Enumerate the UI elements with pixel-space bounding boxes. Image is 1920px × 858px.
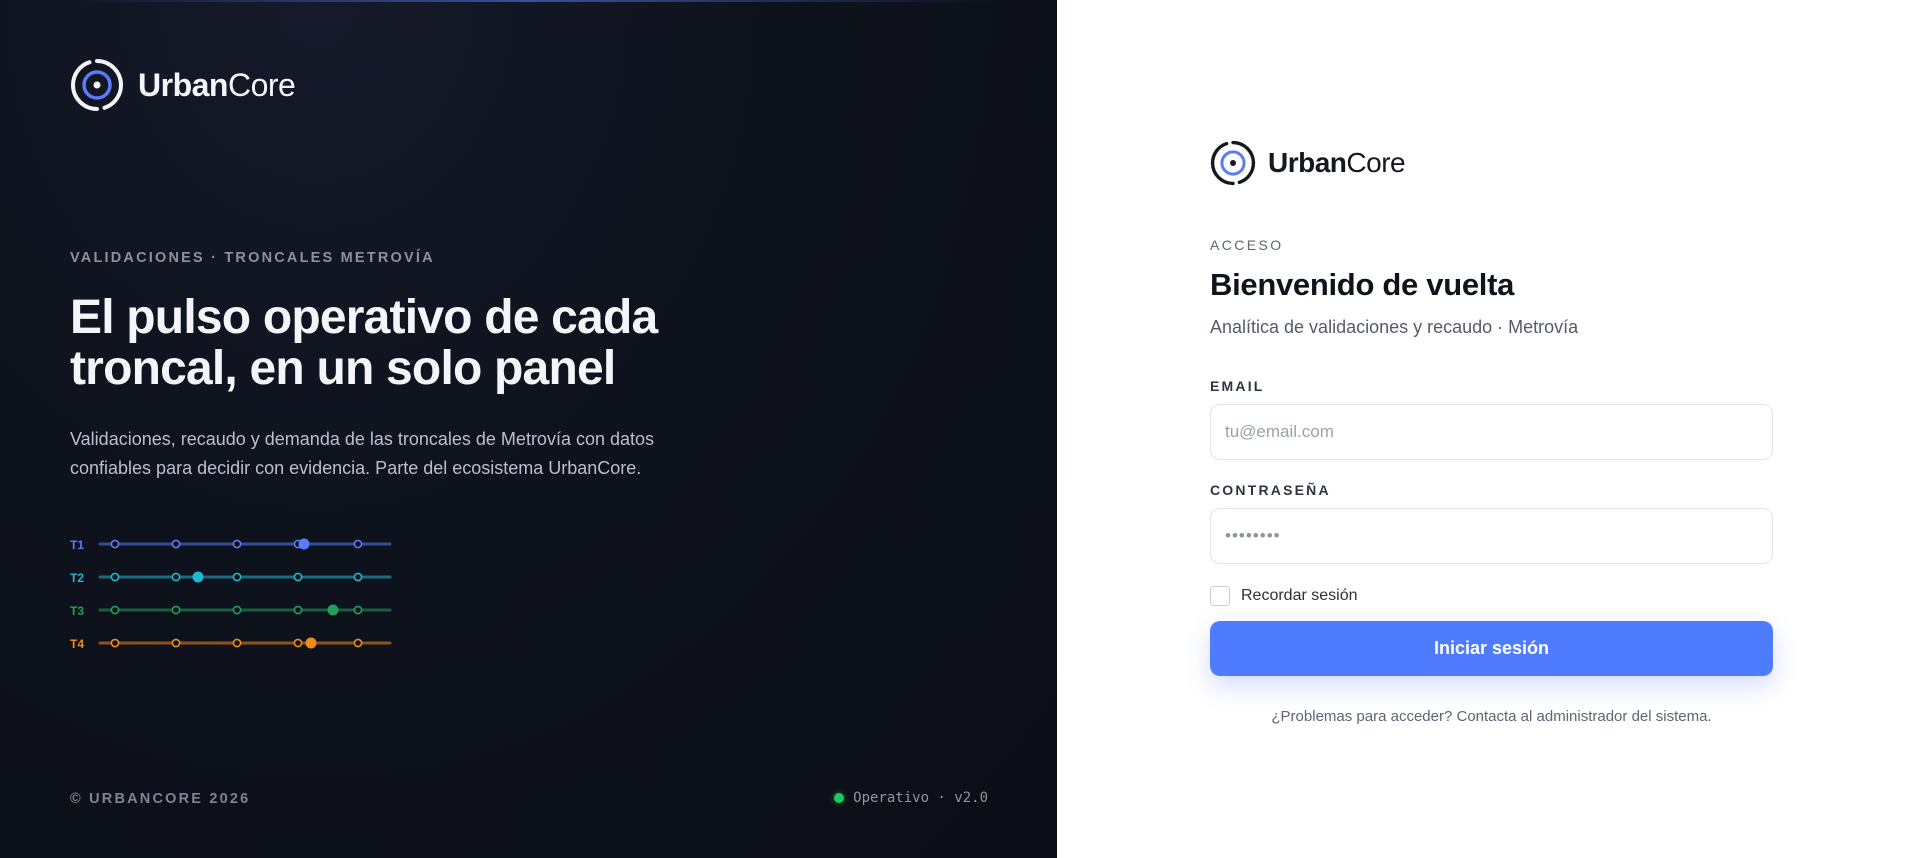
help-text: ¿Problemas para acceder? Contacta al adm… bbox=[1271, 708, 1712, 725]
login-subtitle: Analítica de validaciones y recaudo · Me… bbox=[1210, 317, 1579, 337]
system-status: Operativo · v2.0 bbox=[834, 790, 988, 806]
troncal-line-t2: T2 bbox=[70, 571, 392, 585]
station-stop bbox=[110, 572, 120, 582]
remember-session-option[interactable]: Recordar sesión bbox=[1210, 586, 1773, 606]
password-field[interactable] bbox=[1210, 508, 1773, 564]
urbancore-logo-icon bbox=[71, 59, 123, 111]
station-stop bbox=[353, 539, 363, 549]
login-title: Bienvenido de vuelta bbox=[1210, 267, 1515, 302]
troncal-line-t1: T1 bbox=[70, 538, 392, 552]
brand-name: UrbanCore bbox=[1268, 147, 1406, 178]
station-stop bbox=[232, 572, 242, 582]
station-stop bbox=[110, 605, 120, 615]
status-text: Operativo · v2.0 bbox=[853, 790, 988, 806]
urbancore-logo-icon bbox=[1210, 140, 1256, 186]
brand-name: UrbanCore bbox=[138, 66, 296, 103]
troncal-label: T4 bbox=[70, 637, 84, 651]
troncales-line-diagram: T1 T2 T3 T4 bbox=[70, 538, 392, 651]
station-stop bbox=[353, 572, 363, 582]
station-stop bbox=[353, 605, 363, 615]
station-stop bbox=[171, 539, 181, 549]
vehicle-marker bbox=[298, 538, 310, 550]
vehicle-marker bbox=[305, 637, 317, 649]
troncal-label: T1 bbox=[70, 538, 84, 552]
password-label: CONTRASEÑA bbox=[1210, 482, 1331, 498]
station-stop bbox=[110, 638, 120, 648]
station-stop bbox=[232, 638, 242, 648]
hero-headline: El pulso operativo de cada troncal, en u… bbox=[70, 291, 658, 395]
remember-label: Recordar sesión bbox=[1241, 587, 1358, 604]
brand-logo-right: UrbanCore bbox=[1210, 140, 1773, 186]
brand-logo-left: UrbanCore bbox=[70, 58, 296, 112]
copyright-text: © URBANCORE 2026 bbox=[70, 791, 251, 807]
login-form: UrbanCore ACCESO Bienvenido de vuelta An… bbox=[1210, 140, 1773, 725]
hero-panel: UrbanCore VALIDACIONES · TRONCALES METRO… bbox=[0, 0, 1057, 858]
troncal-label: T2 bbox=[70, 571, 84, 585]
station-stop bbox=[293, 572, 303, 582]
email-label: EMAIL bbox=[1210, 378, 1265, 394]
station-stop bbox=[110, 539, 120, 549]
station-stop bbox=[293, 605, 303, 615]
station-stop bbox=[232, 605, 242, 615]
station-stop bbox=[171, 638, 181, 648]
troncal-label: T3 bbox=[70, 604, 84, 618]
section-kicker: ACCESO bbox=[1210, 237, 1284, 253]
station-stop bbox=[232, 539, 242, 549]
station-stop bbox=[171, 605, 181, 615]
station-stop bbox=[353, 638, 363, 648]
hero-description: Validaciones, recaudo y demanda de las t… bbox=[70, 429, 655, 478]
remember-checkbox[interactable] bbox=[1210, 586, 1230, 606]
station-stop bbox=[171, 572, 181, 582]
station-stop bbox=[293, 638, 303, 648]
status-indicator-icon bbox=[834, 793, 845, 803]
login-button[interactable]: Iniciar sesión bbox=[1210, 621, 1773, 676]
vehicle-marker bbox=[327, 604, 339, 616]
vehicle-marker bbox=[192, 571, 204, 583]
troncal-line-t3: T3 bbox=[70, 604, 392, 618]
hero-eyebrow: VALIDACIONES · TRONCALES METROVÍA bbox=[70, 250, 435, 266]
login-panel: UrbanCore ACCESO Bienvenido de vuelta An… bbox=[1057, 0, 1920, 858]
troncal-line-t4: T4 bbox=[70, 637, 392, 651]
email-field[interactable] bbox=[1210, 404, 1773, 460]
